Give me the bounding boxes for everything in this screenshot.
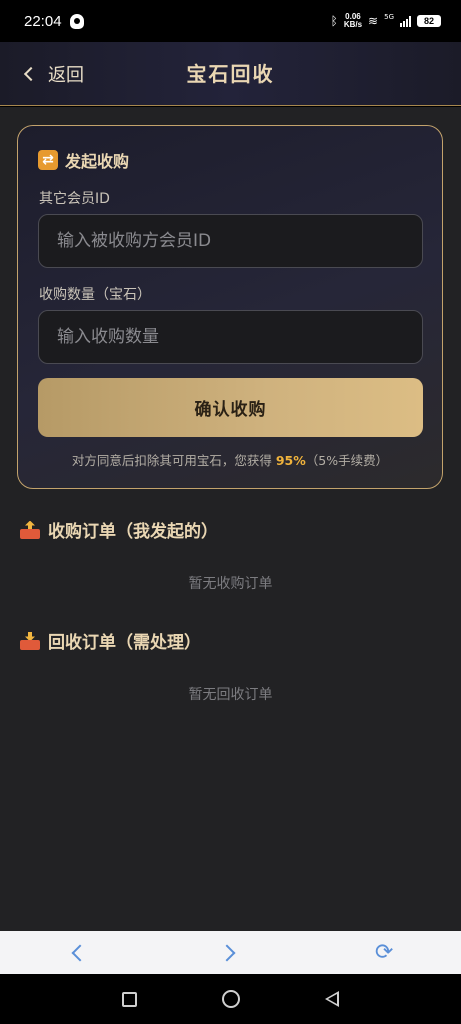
recycle-orders-empty: 暂无回收订单 bbox=[188, 687, 273, 703]
purchase-form-title: ⇄ 发起收购 bbox=[38, 148, 129, 172]
bluetooth-icon: ᛒ bbox=[330, 14, 338, 28]
purchase-orders-empty: 暂无收购订单 bbox=[188, 576, 273, 592]
home-icon[interactable] bbox=[221, 990, 240, 1008]
browser-back-button[interactable] bbox=[57, 933, 97, 973]
wifi-icon: ≋ bbox=[368, 14, 379, 28]
app-header: 返回 宝石回收 bbox=[0, 42, 461, 106]
status-indicators: ᛒ 0.06 KB/s ≋ 5G 82 bbox=[331, 13, 441, 29]
page-title: 宝石回收 bbox=[186, 62, 275, 86]
quantity-input[interactable] bbox=[38, 310, 423, 364]
outbox-tray-icon bbox=[20, 520, 40, 539]
recent-apps-icon[interactable] bbox=[122, 991, 138, 1007]
purchase-form-title-text: 发起收购 bbox=[65, 152, 130, 171]
purchase-orders-title: 收购订单（我发起的） bbox=[20, 517, 218, 542]
net-speed: 0.06 KB/s bbox=[344, 13, 362, 29]
status-time: 22:04 bbox=[24, 12, 62, 30]
net-speed-unit: KB/s bbox=[343, 20, 363, 29]
status-bar: 22:04 ᛒ 0.06 KB/s ≋ 5G 82 bbox=[0, 0, 461, 42]
system-back-icon[interactable] bbox=[324, 991, 339, 1007]
main-content: ⇄ 发起收购 其它会员ID 收购数量（宝石） 确认收购 对方同意后扣除其可用宝石… bbox=[0, 107, 461, 931]
chevron-right-icon bbox=[218, 944, 236, 961]
recycle-orders-title: 回收订单（需处理） bbox=[20, 628, 201, 653]
qq-notification-icon bbox=[69, 13, 84, 29]
confirm-purchase-button[interactable]: 确认收购 bbox=[38, 378, 423, 437]
member-id-input[interactable] bbox=[38, 214, 423, 268]
purchase-orders-title-text: 收购订单（我发起的） bbox=[48, 522, 218, 542]
quantity-label: 收购数量（宝石） bbox=[39, 287, 151, 303]
fee-note-suffix: （5%手续费） bbox=[305, 453, 389, 468]
inbox-tray-icon bbox=[20, 631, 40, 650]
purchase-form-card: ⇄ 发起收购 其它会员ID 收购数量（宝石） 确认收购 对方同意后扣除其可用宝石… bbox=[17, 125, 443, 489]
fee-note: 对方同意后扣除其可用宝石，您获得 95%（5%手续费） bbox=[18, 450, 442, 469]
browser-forward-button[interactable] bbox=[210, 933, 250, 973]
repeat-icon: ⇄ bbox=[38, 150, 58, 170]
chevron-left-icon bbox=[71, 944, 89, 961]
refresh-icon: ⟳ bbox=[374, 940, 394, 965]
battery-icon: 82 bbox=[417, 15, 441, 27]
signal-icon bbox=[400, 15, 411, 27]
browser-refresh-button[interactable]: ⟳ bbox=[364, 933, 404, 973]
browser-nav-bar: ⟳ bbox=[0, 931, 461, 974]
recycle-orders-title-text: 回收订单（需处理） bbox=[48, 633, 201, 653]
fee-note-prefix: 对方同意后扣除其可用宝石，您获得 bbox=[71, 453, 276, 468]
member-id-label: 其它会员ID bbox=[39, 191, 110, 207]
fee-note-percent: 95% bbox=[275, 453, 306, 468]
network-type: 5G bbox=[384, 13, 394, 21]
system-nav-bar bbox=[0, 974, 461, 1024]
